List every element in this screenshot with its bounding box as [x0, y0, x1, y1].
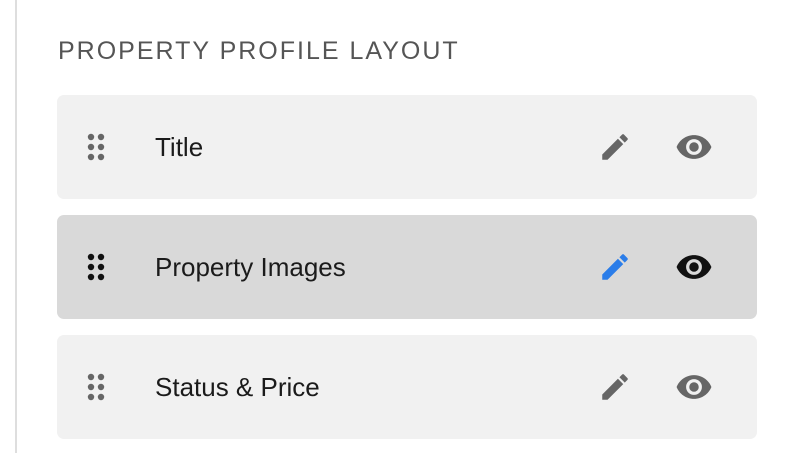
layout-row-property-images[interactable]: Property Images	[57, 215, 757, 319]
eye-icon	[675, 128, 713, 166]
row-label: Property Images	[155, 252, 346, 282]
property-profile-layout-panel: PROPERTY PROFILE LAYOUT Title Property I…	[0, 0, 796, 453]
layout-row-title[interactable]: Title	[57, 95, 757, 199]
left-divider	[15, 0, 17, 453]
layout-section-list: Title Property Images Status & Price	[57, 95, 757, 453]
edit-button[interactable]	[595, 127, 635, 167]
visibility-toggle[interactable]	[674, 127, 714, 167]
layout-row-status-price[interactable]: Status & Price	[57, 335, 757, 439]
drag-handle-icon[interactable]	[87, 253, 107, 281]
eye-icon	[675, 248, 713, 286]
eye-icon	[675, 368, 713, 406]
drag-handle-icon[interactable]	[87, 133, 107, 161]
visibility-toggle[interactable]	[674, 367, 714, 407]
pencil-icon	[598, 250, 632, 284]
visibility-toggle[interactable]	[674, 247, 714, 287]
section-title: PROPERTY PROFILE LAYOUT	[58, 37, 460, 65]
drag-handle-icon[interactable]	[87, 373, 107, 401]
edit-button[interactable]	[595, 247, 635, 287]
row-label: Status & Price	[155, 372, 320, 402]
row-label: Title	[155, 132, 204, 162]
pencil-icon	[598, 130, 632, 164]
edit-button[interactable]	[595, 367, 635, 407]
pencil-icon	[598, 370, 632, 404]
